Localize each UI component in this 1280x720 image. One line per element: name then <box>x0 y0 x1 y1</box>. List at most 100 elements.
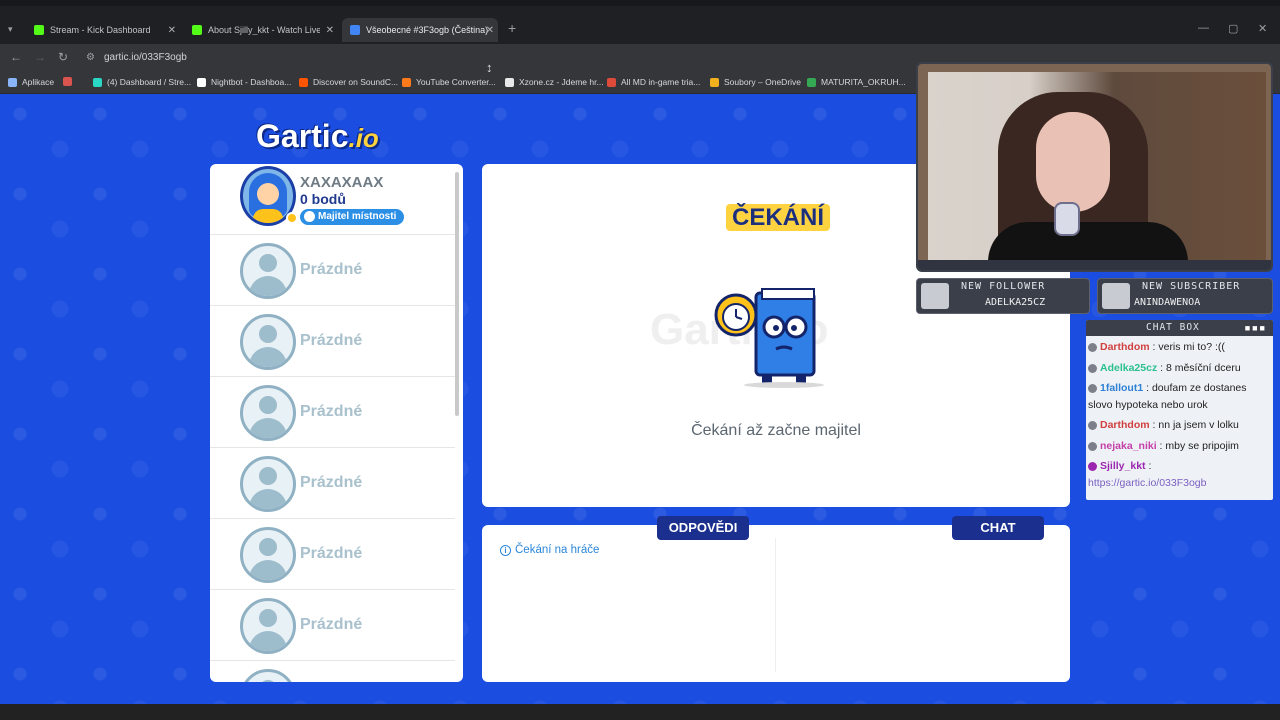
microphone-icon <box>1054 202 1080 236</box>
empty-avatar-icon <box>240 669 296 682</box>
md-icon <box>607 77 616 87</box>
bookmark-xzone[interactable]: Xzone.cz - Jdeme hr... <box>505 77 604 87</box>
bookmark-grid[interactable] <box>63 77 77 86</box>
kick-icon <box>34 25 44 35</box>
bookmark-nightbot[interactable]: Nightbot - Dashboa... <box>197 77 291 87</box>
reload-icon[interactable]: ↻ <box>58 50 68 64</box>
tab-search-icon[interactable]: ▾ <box>8 24 13 35</box>
apps-icon <box>8 77 17 87</box>
players-scrollbar[interactable] <box>455 172 459 416</box>
close-window-icon[interactable]: ✕ <box>1258 22 1267 35</box>
minimize-icon[interactable]: — <box>1198 22 1209 34</box>
user-icon <box>1088 383 1097 393</box>
user-icon <box>1088 420 1097 430</box>
chat-text: : nn ja jsem v lolku <box>1152 419 1239 431</box>
player-row-empty: Prázdné <box>210 235 455 306</box>
chat-text: : <box>1148 460 1152 472</box>
user-icon <box>1102 283 1130 309</box>
empty-slot-label: Prázdné <box>300 474 363 491</box>
chat-message: Darthdom : veris mi to? :(( <box>1088 341 1225 353</box>
tab-about-sjilly[interactable]: About Sjilly_kkt - Watch Live o ✕ <box>184 18 338 42</box>
tab-answers[interactable]: ODPOVĚDI <box>657 516 749 540</box>
bookmark-label: YouTube Converter... <box>416 77 496 87</box>
info-icon: i <box>500 544 511 556</box>
smile-icon <box>304 211 315 222</box>
bookmark-dashboard[interactable]: (4) Dashboard / Stre... <box>93 77 191 87</box>
bookmark-label: MATURITA_OKRUH... <box>821 77 906 87</box>
bookmark-label: Xzone.cz - Jdeme hr... <box>519 77 604 87</box>
close-icon[interactable]: ✕ <box>168 25 176 36</box>
owner-crown-icon <box>286 212 298 224</box>
taskbar <box>0 704 1280 720</box>
new-tab-icon[interactable]: + <box>508 20 516 36</box>
maximize-icon[interactable]: ▢ <box>1228 22 1238 35</box>
bookmark-label: Discover on SoundC... <box>313 77 399 87</box>
drive-icon <box>807 77 816 87</box>
tab-kick-dashboard[interactable]: Stream - Kick Dashboard ✕ <box>26 18 180 42</box>
nightbot-icon <box>197 77 206 87</box>
close-icon[interactable]: ✕ <box>326 25 334 36</box>
answers-hint: i Čekání na hráče <box>500 544 599 556</box>
chat-message: https://gartic.io/033F3ogb <box>1088 477 1207 489</box>
chat-user: 1fallout1 <box>1100 382 1144 394</box>
kick-icon <box>192 25 202 35</box>
webcam-video <box>928 72 1266 270</box>
grid-icon <box>63 77 72 86</box>
close-icon[interactable]: ✕ <box>486 25 494 36</box>
back-icon[interactable]: ← <box>10 50 22 64</box>
bookmark-soundcloud[interactable]: Discover on SoundC... <box>299 77 398 87</box>
bookmark-label: Soubory – OneDrive <box>724 77 802 87</box>
chat-link[interactable]: https://gartic.io/033F3ogb <box>1088 477 1207 489</box>
converter-icon <box>402 77 411 87</box>
chat-message: slovo hypoteka nebo urok <box>1088 399 1208 411</box>
tab-gartic[interactable]: Všeobecné #3F3ogb (Čeština) ✕ <box>342 18 498 42</box>
waiting-title: ČEKÁNÍ <box>726 204 831 232</box>
bookmark-md[interactable]: All MD in-game tria... <box>607 77 700 87</box>
user-icon <box>1088 461 1097 471</box>
onedrive-icon <box>710 77 719 87</box>
mascot-clock-icon <box>714 288 824 388</box>
chat-text: : mby se pripojim <box>1159 440 1239 452</box>
new-follower-label: NEW FOLLOWER <box>961 281 1046 292</box>
webcam-overlay <box>916 62 1273 272</box>
empty-avatar-icon <box>240 456 296 512</box>
player-row-owner[interactable]: XAXAXAAX 0 bodů Majitel místnosti <box>210 164 455 235</box>
user-icon <box>1088 342 1097 352</box>
tab-label: About Sjilly_kkt - Watch Live o <box>208 25 320 35</box>
url-field[interactable]: gartic.io/033F3ogb <box>104 52 187 63</box>
answers-hint-text: Čekání na hráče <box>515 544 600 556</box>
empty-avatar-icon <box>240 527 296 583</box>
chat-user: Sjilly_kkt <box>1100 460 1146 472</box>
bookmark-maturita[interactable]: MATURITA_OKRUH... <box>807 77 906 87</box>
bookmark-apps[interactable]: Aplikace <box>8 77 54 87</box>
empty-slot-label: Prázdné <box>300 403 363 420</box>
chat-message: nejaka_niki : mby se pripojim <box>1088 440 1239 452</box>
tab-label: Všeobecné #3F3ogb (Čeština) <box>366 25 489 35</box>
site-info-icon[interactable]: ⚙ <box>86 52 95 63</box>
chat-message: Sjilly_kkt : <box>1088 460 1151 472</box>
empty-slot-label: Prázdné <box>300 332 363 349</box>
chat-box-title: CHAT BOX <box>1146 322 1200 333</box>
webcam-frame-bar <box>918 260 1271 270</box>
chat-message: Adelka25cz : 8 měsíční dceru <box>1088 362 1241 374</box>
bookmark-label: All MD in-game tria... <box>621 77 701 87</box>
chat-user: Adelka25cz <box>1100 362 1158 374</box>
player-row-empty <box>210 661 455 682</box>
gartic-logo[interactable]: Gartic.io <box>256 118 379 155</box>
bookmark-label: Aplikace <box>22 77 55 87</box>
waiting-title-text: ČEKÁNÍ <box>726 204 831 231</box>
empty-slot-label: Prázdné <box>300 545 363 562</box>
player-row-empty: Prázdné <box>210 590 455 661</box>
chat-user: Darthdom <box>1100 341 1150 353</box>
chat-message: Darthdom : nn ja jsem v lolku <box>1088 419 1239 431</box>
chat-text: : 8 měsíční dceru <box>1160 362 1241 374</box>
chat-box-overlay: CHAT BOX ■■■ Darthdom : veris mi to? :((… <box>1086 320 1273 500</box>
bookmark-label: (4) Dashboard / Stre... <box>107 77 192 87</box>
forward-icon[interactable]: → <box>34 50 46 64</box>
player-row-empty: Prázdné <box>210 306 455 377</box>
new-subscriber-box: NEW SUBSCRIBER ANINDAWENOA <box>1097 278 1273 314</box>
tab-chat[interactable]: CHAT <box>952 516 1044 540</box>
bookmark-youtube-converter[interactable]: YouTube Converter... <box>402 77 496 87</box>
heart-icon <box>921 283 949 309</box>
bookmark-onedrive[interactable]: Soubory – OneDrive <box>710 77 801 87</box>
